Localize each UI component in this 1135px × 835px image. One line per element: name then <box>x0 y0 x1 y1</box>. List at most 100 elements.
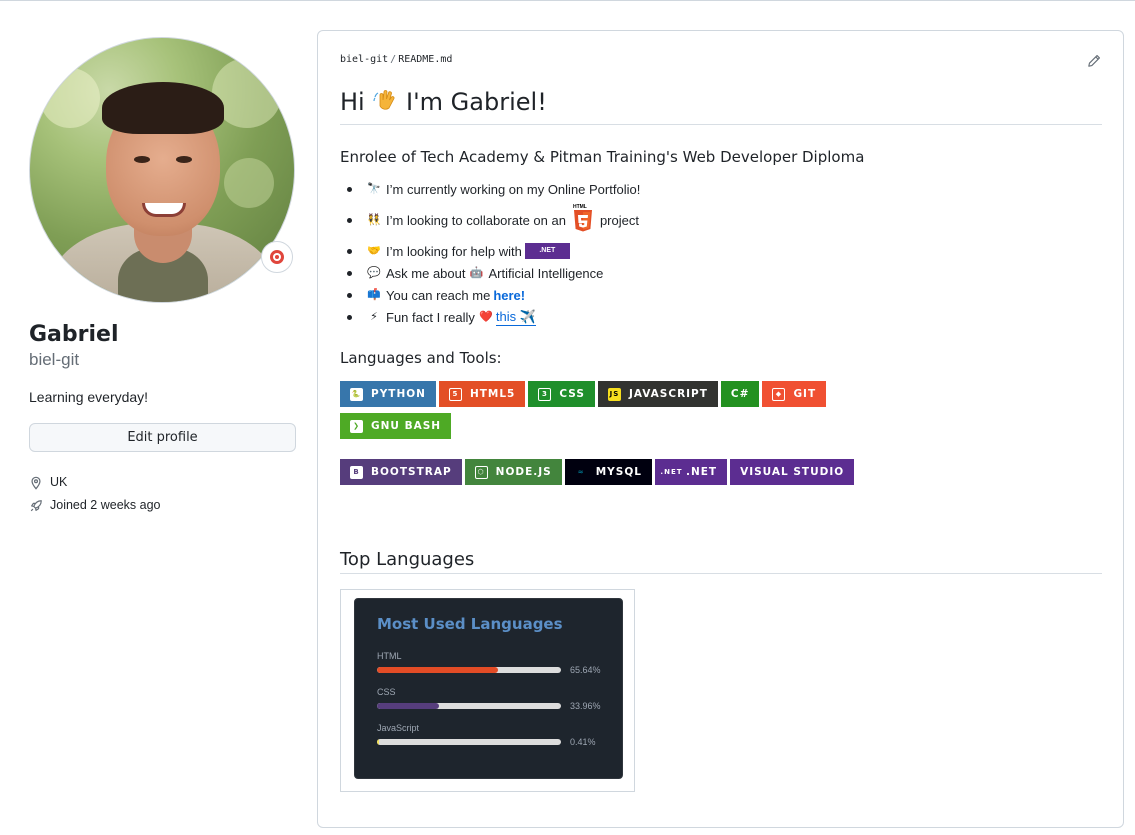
mysql-icon: ≈ <box>577 468 585 476</box>
profile-bio: Learning everyday! <box>29 389 149 405</box>
badge-net: .NET .NET <box>654 459 728 485</box>
profile-sidebar: Gabriel biel-git Learning everyday! Edit… <box>29 37 296 517</box>
language-name: HTML <box>377 651 402 661</box>
dotnet-badge-mini: .NET <box>524 243 570 259</box>
title-name: I'm Gabriel! <box>406 88 547 116</box>
badge-css: 3 CSS <box>528 381 595 407</box>
edit-profile-button[interactable]: Edit profile <box>29 423 296 452</box>
location-row: UK <box>29 471 296 494</box>
readme-title: Hi I'm Gabriel! <box>340 87 547 117</box>
list-item: 📫 You can reach me here! <box>340 284 640 306</box>
badge-label: MYSQL <box>595 466 642 478</box>
top-languages-heading: Top Languages <box>340 549 475 570</box>
profile-login: biel-git <box>29 350 80 369</box>
list-item: 👯 I’m looking to collaborate on an HTML … <box>340 200 640 240</box>
top-languages-divider <box>340 573 1102 574</box>
language-progress-bar <box>377 703 561 709</box>
language-percent: 0.41% <box>570 737 596 747</box>
rocket-icon <box>30 499 42 511</box>
list-item-text: Fun fact I really <box>386 309 475 325</box>
readme-subtitle: Enrolee of Tech Academy & Pitman Trainin… <box>340 148 865 166</box>
list-item-text-after: Artificial Intelligence <box>488 265 604 281</box>
git-icon: ◆ <box>772 387 786 401</box>
badge-html5: 5 HTML5 <box>438 381 526 407</box>
bootstrap-icon: B <box>350 465 363 479</box>
breadcrumb-file: README.md <box>398 54 453 65</box>
html5-icon: 5 <box>448 387 462 401</box>
badge-git: ◆ GIT <box>762 381 827 407</box>
language-row: JavaScript 0.41% <box>377 723 617 747</box>
python-icon: 🐍 <box>350 387 363 401</box>
language-progress-bar <box>377 739 561 745</box>
most-used-languages-card: Most Used Languages HTML 65.64% CSS 33.96% J… <box>354 598 623 779</box>
list-item: 💬 Ask me about 🤖 Artificial Intelligence <box>340 262 640 284</box>
target-icon <box>270 250 284 264</box>
fun-fact-link[interactable]: this ✈️ <box>495 309 536 326</box>
list-item-text: Ask me about <box>386 265 466 281</box>
language-progress-fill <box>377 703 440 709</box>
joined-text: Joined 2 weeks ago <box>50 498 161 512</box>
language-row: CSS 33.96% <box>377 687 617 711</box>
language-percent: 33.96% <box>570 701 601 711</box>
tools-heading: Languages and Tools: <box>340 349 502 367</box>
badge-label: C# <box>730 388 750 400</box>
dancers-icon: 👯 <box>367 214 381 226</box>
badge-python: 🐍 PYTHON <box>340 381 436 407</box>
list-item-text: You can reach me <box>386 287 491 303</box>
list-item: 🤝 I’m looking for help with .NET <box>340 240 640 262</box>
robot-icon: 🤖 <box>469 267 484 279</box>
title-hi: Hi <box>340 88 365 116</box>
title-divider <box>340 124 1102 125</box>
css3-icon: 3 <box>538 387 552 401</box>
dotnet-icon: .NET <box>660 468 683 476</box>
badge-label: HTML5 <box>469 388 516 400</box>
badge-gnu-bash: ❯ GNU BASH <box>340 413 452 439</box>
list-item-text-after: project <box>599 212 639 228</box>
heart-icon: ❤️ <box>479 311 493 323</box>
avatar-container <box>29 37 295 303</box>
badge-label: CSS <box>559 388 585 400</box>
list-item-text: I’m looking for help with <box>386 243 522 259</box>
contact-link[interactable]: here! <box>493 288 525 303</box>
waving-hand-icon <box>373 90 395 110</box>
list-item-text: I’m looking to collaborate on an <box>386 212 566 228</box>
list-item-text: I’m currently working on my Online Portf… <box>386 181 641 197</box>
badge-node-js: ⬡ NODE.JS <box>464 459 562 485</box>
breadcrumb-separator: / <box>390 54 397 65</box>
language-progress-fill <box>377 739 380 745</box>
location-pin-icon <box>31 476 41 490</box>
handshake-icon: 🤝 <box>367 245 381 257</box>
tools-badges-row1: 🐍 PYTHON 5 HTML5 3 CSS JS JAVASCRIPT C# ◆ GIT ❯ GNU … <box>340 381 860 445</box>
breadcrumb-user-link[interactable]: biel-git <box>340 54 388 65</box>
top-languages-image[interactable]: Most Used Languages HTML 65.64% CSS 33.96% J… <box>340 589 635 792</box>
language-progress-bar <box>377 667 561 673</box>
language-name: JavaScript <box>377 723 420 733</box>
badge-c: C# <box>720 381 760 407</box>
speech-bubble-icon: 💬 <box>367 267 381 279</box>
lightning-icon: ⚡ <box>370 311 378 323</box>
breadcrumb: biel-git / README.md <box>340 54 452 65</box>
readme-card: biel-git / README.md Hi I'm Gabriel! Enrol… <box>317 30 1124 828</box>
badge-bootstrap: B BOOTSTRAP <box>340 459 462 485</box>
badge-label: BOOTSTRAP <box>371 466 452 478</box>
status-emoji-button[interactable] <box>261 241 293 273</box>
badge-label: PYTHON <box>371 388 426 400</box>
nodejs-icon: ⬡ <box>474 465 488 479</box>
avatar[interactable] <box>29 37 295 303</box>
language-progress-fill <box>377 667 498 673</box>
tools-badges-row2: B BOOTSTRAP ⬡ NODE.JS ≈ MYSQL .NET .NET VISUAL S… <box>340 459 860 491</box>
location-text: UK <box>50 475 68 489</box>
badge-label: NODE.JS <box>495 466 552 478</box>
top-divider <box>0 0 1135 1</box>
readme-list: 🔭 I’m currently working on my Online Por… <box>340 178 640 328</box>
language-name: CSS <box>377 687 396 697</box>
list-item: 🔭 I’m currently working on my Online Por… <box>340 178 640 200</box>
badge-javascript: JS JAVASCRIPT <box>597 381 718 407</box>
badge-label: JAVASCRIPT <box>628 388 708 400</box>
badge-label: GIT <box>793 388 817 400</box>
bash-icon: ❯ <box>350 419 363 433</box>
mailbox-icon: 📫 <box>367 289 381 301</box>
badge-visual-studio: VISUAL STUDIO <box>730 459 855 485</box>
pencil-icon[interactable] <box>1087 54 1101 68</box>
languages-card-title: Most Used Languages <box>377 615 563 633</box>
